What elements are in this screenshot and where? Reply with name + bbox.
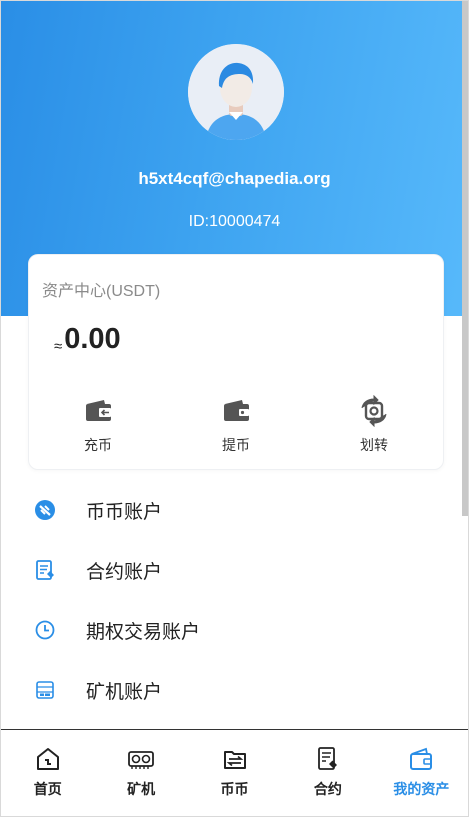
transfer-label: 划转 bbox=[360, 437, 388, 453]
deposit-label: 充币 bbox=[84, 437, 112, 453]
page-scrollbar[interactable] bbox=[462, 1, 468, 516]
account-menu: 币币账户 合约账户 期权交易账户 矿机账户 bbox=[1, 480, 468, 720]
wallet-out-icon bbox=[224, 400, 249, 421]
contract-icon bbox=[318, 747, 337, 770]
wallet-in-icon bbox=[86, 400, 111, 421]
avatar[interactable] bbox=[188, 44, 284, 140]
withdraw-label: 提币 bbox=[222, 437, 250, 453]
tab-label: 合约 bbox=[313, 781, 342, 797]
tab-exchange[interactable]: 币币 bbox=[188, 730, 281, 816]
bottom-tab-bar: 首页 矿机 币币 合约 我的资产 bbox=[1, 729, 468, 816]
wallet-icon bbox=[410, 747, 433, 770]
contract-account-icon bbox=[34, 559, 56, 581]
exchange-icon bbox=[223, 751, 246, 769]
balance-value: 0.00 bbox=[64, 323, 121, 355]
tab-label: 首页 bbox=[33, 781, 62, 797]
balance-display: ≈0.00 bbox=[54, 323, 121, 356]
tab-miner[interactable]: 矿机 bbox=[94, 730, 187, 816]
tab-label: 我的资产 bbox=[393, 781, 450, 797]
coin-account-icon bbox=[34, 499, 56, 521]
asset-actions: 充币 提币 划转 bbox=[29, 395, 443, 455]
user-avatar-icon bbox=[188, 44, 284, 140]
tab-label: 矿机 bbox=[127, 781, 156, 797]
menu-item-label: 合约账户 bbox=[86, 561, 163, 583]
menu-item-label: 期权交易账户 bbox=[86, 621, 201, 643]
menu-item-contract-account[interactable]: 合约账户 bbox=[1, 540, 468, 600]
home-icon bbox=[36, 748, 59, 770]
tab-contract[interactable]: 合约 bbox=[281, 730, 374, 816]
user-email: h5xt4cqf@chapedia.org bbox=[138, 169, 331, 188]
user-id: ID:10000474 bbox=[188, 213, 281, 230]
menu-item-label: 矿机账户 bbox=[86, 681, 163, 703]
menu-item-miner-account[interactable]: 矿机账户 bbox=[1, 660, 468, 720]
withdraw-button[interactable]: 提币 bbox=[167, 395, 305, 455]
tab-home[interactable]: 首页 bbox=[1, 730, 94, 816]
approx-symbol: ≈ bbox=[54, 338, 63, 355]
miner-account-icon bbox=[34, 679, 56, 701]
transfer-icon bbox=[361, 395, 387, 427]
deposit-button[interactable]: 充币 bbox=[29, 395, 167, 455]
menu-item-label: 币币账户 bbox=[86, 501, 163, 523]
asset-center-card: 资产中心(USDT) ≈0.00 充币 提币 划转 bbox=[28, 254, 444, 470]
tab-my-assets[interactable]: 我的资产 bbox=[375, 730, 468, 816]
tab-label: 币币 bbox=[220, 781, 249, 797]
menu-item-coin-account[interactable]: 币币账户 bbox=[1, 480, 468, 540]
clock-icon bbox=[34, 619, 56, 641]
app-frame: h5xt4cqf@chapedia.org ID:10000474 资产中心(U… bbox=[0, 0, 469, 817]
transfer-button[interactable]: 划转 bbox=[305, 395, 443, 455]
miner-icon bbox=[128, 751, 155, 769]
menu-item-options-account[interactable]: 期权交易账户 bbox=[1, 600, 468, 660]
asset-center-title: 资产中心(USDT) bbox=[42, 283, 161, 300]
